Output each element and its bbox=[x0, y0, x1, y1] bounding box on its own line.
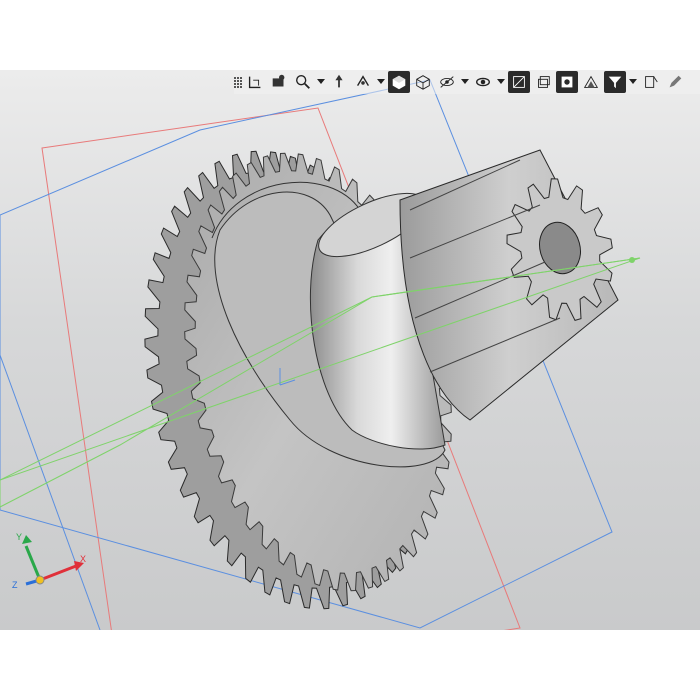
axis-triad: X Y Z bbox=[12, 532, 86, 590]
filter-button[interactable] bbox=[604, 71, 626, 93]
3d-viewport[interactable] bbox=[0, 70, 700, 630]
chevron-down-icon[interactable] bbox=[628, 71, 638, 93]
camera-icon bbox=[272, 74, 285, 87]
view-eye-button[interactable] bbox=[472, 71, 494, 93]
visibility-icon bbox=[440, 76, 454, 88]
measure-button[interactable] bbox=[640, 71, 662, 93]
chevron-down-icon[interactable] bbox=[376, 71, 386, 93]
triad-y-label: Y bbox=[16, 532, 22, 542]
filter-icon bbox=[608, 76, 622, 89]
rotate-axis-button[interactable] bbox=[352, 71, 374, 93]
layers-icon bbox=[538, 76, 550, 88]
display-mode-button[interactable] bbox=[556, 71, 578, 93]
shaded-cube-button[interactable] bbox=[388, 71, 410, 93]
triad-y-arrow bbox=[22, 535, 32, 544]
triad-y-axis bbox=[24, 545, 42, 581]
rotate-axis-icon bbox=[357, 75, 369, 86]
datum-point-green bbox=[629, 257, 635, 263]
view-eye-icon bbox=[476, 77, 490, 87]
orient-button[interactable] bbox=[244, 71, 266, 93]
chevron-down-icon[interactable] bbox=[460, 71, 470, 93]
display-mode-icon bbox=[561, 76, 573, 88]
section-icon bbox=[513, 76, 525, 88]
model-scene[interactable] bbox=[0, 70, 700, 630]
zoom-icon bbox=[296, 75, 310, 89]
bottom-margin bbox=[0, 630, 700, 700]
zoom-button[interactable] bbox=[292, 71, 314, 93]
perspective-icon bbox=[583, 75, 599, 88]
section-button[interactable] bbox=[508, 71, 530, 93]
pan-button[interactable] bbox=[328, 71, 350, 93]
orient-icon bbox=[248, 76, 261, 89]
triad-x-label: X bbox=[80, 554, 86, 564]
measure-icon bbox=[645, 76, 658, 88]
wireframe-cube-icon bbox=[416, 75, 430, 90]
pencil-icon bbox=[669, 75, 682, 88]
view-toolbar bbox=[234, 70, 700, 94]
triad-origin bbox=[35, 575, 45, 585]
shaded-cube-icon bbox=[392, 75, 406, 90]
chevron-down-icon[interactable] bbox=[316, 71, 326, 93]
triad-z-label: Z bbox=[12, 580, 18, 590]
perspective-button[interactable] bbox=[580, 71, 602, 93]
pencil-button[interactable] bbox=[664, 71, 686, 93]
layers-button[interactable] bbox=[532, 71, 554, 93]
wireframe-cube-button[interactable] bbox=[412, 71, 434, 93]
toolbar-grip[interactable] bbox=[234, 73, 242, 91]
pan-icon bbox=[335, 74, 343, 88]
camera-button[interactable] bbox=[268, 71, 290, 93]
triad-x-axis bbox=[39, 564, 77, 582]
chevron-down-icon[interactable] bbox=[496, 71, 506, 93]
visibility-button[interactable] bbox=[436, 71, 458, 93]
